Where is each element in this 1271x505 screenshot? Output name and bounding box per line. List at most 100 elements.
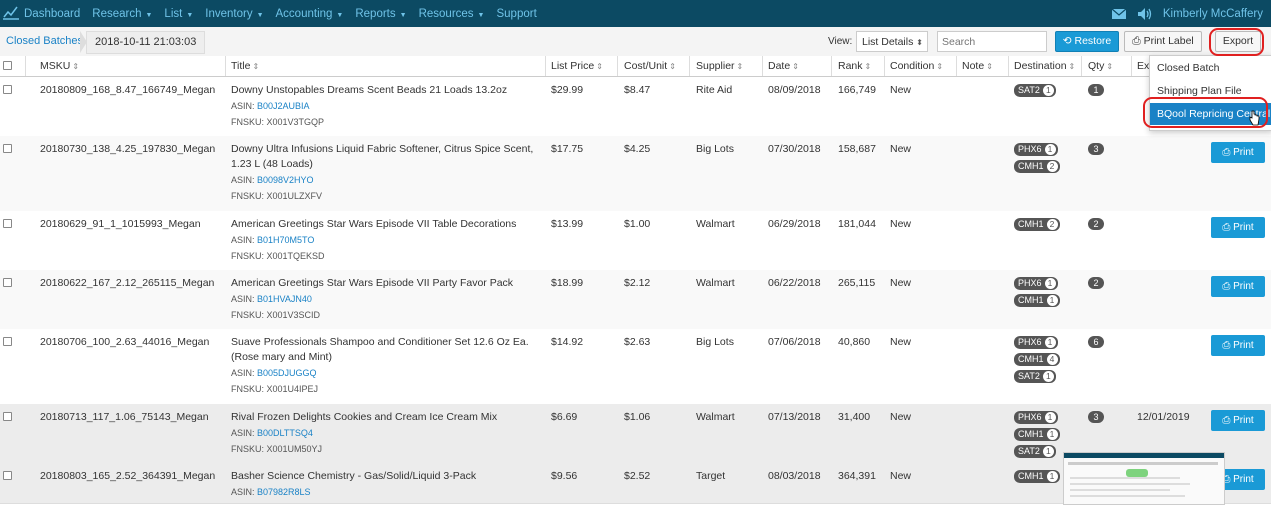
caret-down-icon: ▼ [399,11,407,19]
date-cell: 07/06/2018 [768,336,821,348]
row-checkbox[interactable] [3,85,12,94]
nav-support[interactable]: Support [496,8,536,20]
asin-link[interactable]: B00J2AUBIA [257,101,310,111]
column-header-qty[interactable]: Qty ⇕ [1088,60,1113,72]
print-button[interactable]: ⎙ Print [1211,217,1265,238]
export-menu-item-closed[interactable]: Closed Batch [1150,57,1271,79]
qty-badge: 1 [1088,84,1104,96]
destination-code: CMH1 [1018,219,1044,229]
table-row[interactable]: 20180730_138_4.25_197830_Megan Downy Ultr… [0,136,1271,212]
table-row[interactable]: 20180809_168_8.47_166749_Megan Downy Unst… [0,77,1271,137]
nav-resources[interactable]: Resources ▼ [419,8,485,20]
condition-cell: New [890,411,912,423]
column-header-ex[interactable]: Ex [1137,60,1149,72]
nav-label: Support [496,7,537,20]
column-header-label: Cost/Unit [624,60,668,72]
column-header-label: Qty [1088,60,1105,72]
row-checkbox[interactable] [3,471,12,480]
product-title: Basher Science Chemistry - Gas/Solid/Liq… [231,470,477,482]
print-button[interactable]: ⎙ Print [1211,335,1265,356]
destination-badge: CMH1 2 [1014,160,1060,173]
fnsku-line: FNSKU: X001TQEKSD [231,251,325,261]
nav-dashboard[interactable]: Dashboard [24,8,80,20]
list-price-cell: $17.75 [551,143,584,155]
destination-badge: SAT2 1 [1014,84,1056,97]
fnsku-line: FNSKU: X001ULZXFV [231,191,323,201]
asin-link[interactable]: B07982R8LS [257,487,311,497]
fnsku-value: X001V3TGQP [266,117,325,127]
column-header-rank[interactable]: Rank ⇕ [838,60,871,72]
print-label-button[interactable]: ⎙ Print Label [1124,31,1202,52]
row-checkbox[interactable] [3,412,12,421]
row-checkbox[interactable] [3,219,12,228]
column-header-condition[interactable]: Condition ⇕ [890,60,943,72]
column-header-date[interactable]: Date ⇕ [768,60,799,72]
column-divider [1081,56,1082,76]
chart-logo-icon[interactable] [2,3,20,21]
supplier-cell: Big Lots [696,143,734,155]
print-button[interactable]: ⎙ Print [1211,410,1265,431]
row-checkbox[interactable] [3,337,12,346]
sort-icon: ⇕ [1106,62,1114,71]
column-header-title[interactable]: Title ⇕ [231,60,259,72]
product-title: Rival Frozen Delights Cookies and Cream … [231,411,498,423]
export-button[interactable]: Export [1215,31,1261,52]
column-divider [689,56,690,76]
asin-link[interactable]: B0098V2HYO [257,175,314,185]
nav-research[interactable]: Research ▼ [92,8,152,20]
row-checkbox[interactable] [3,278,12,287]
row-checkbox[interactable] [3,144,12,153]
speaker-icon[interactable] [1137,7,1153,21]
list-price-cell: $18.99 [551,277,584,289]
column-divider [1131,56,1132,76]
table-row[interactable]: 20180629_91_1_1015993_Megan American Gree… [0,211,1271,271]
sort-icon: ⇕ [72,62,80,71]
restore-button[interactable]: ⟲ Restore [1055,31,1119,52]
column-header-msku[interactable]: MSKU ⇕ [40,60,79,72]
table-row[interactable]: 20180706_100_2.63_44016_Megan Suave Profe… [0,329,1271,405]
nav-label: Research [92,7,142,20]
search-input[interactable] [937,31,1047,52]
nav-accounting[interactable]: Accounting ▼ [276,8,344,20]
destination-count: 2 [1046,161,1058,172]
column-header-note[interactable]: Note ⇕ [962,60,993,72]
asin-line: ASIN: B07982R8LS [231,487,311,497]
nav-reports[interactable]: Reports ▼ [355,8,406,20]
asin-link[interactable]: B01H70M5TO [257,235,314,245]
destination-code: PHX6 [1018,144,1042,154]
breadcrumb-closed-batches[interactable]: Closed Batches [0,31,89,52]
sort-icon: ⇕ [1068,62,1076,71]
printer-icon: ⎙ [1222,415,1234,426]
column-header-destination[interactable]: Destination ⇕ [1014,60,1075,72]
column-header-listprice[interactable]: List Price ⇕ [551,60,603,72]
mail-icon[interactable] [1111,7,1127,21]
list-price-cell: $13.99 [551,218,584,230]
column-header-label: Ex [1137,60,1150,72]
nav-list[interactable]: List ▼ [164,8,193,20]
asin-link[interactable]: B01HVAJN40 [257,294,312,304]
destination-code: PHX6 [1018,337,1042,347]
fnsku-value: X001TQEKSD [266,251,325,261]
user-name[interactable]: Kimberly McCaffery [1163,8,1263,20]
column-header-costunit[interactable]: Cost/Unit ⇕ [624,60,676,72]
view-select[interactable]: List Details ⬍ [856,31,928,52]
msku-cell: 20180730_138_4.25_197830_Megan [40,143,216,155]
column-header-supplier[interactable]: Supplier ⇕ [696,60,743,72]
asin-link[interactable]: B005DJUGGQ [257,368,317,378]
product-title: Downy Ultra Infusions Liquid Fabric Soft… [231,143,534,170]
asin-link[interactable]: B00DLTTSQ4 [257,428,313,438]
supplier-cell: Walmart [696,277,735,289]
print-button[interactable]: ⎙ Print [1211,276,1265,297]
table-row[interactable]: 20180622_167_2.12_265115_Megan American G… [0,270,1271,330]
sort-icon: ⇕ [986,62,993,71]
printer-icon: ⎙ [1222,340,1234,351]
column-header-label: Rank [838,60,863,72]
print-button[interactable]: ⎙ Print [1211,142,1265,163]
caret-down-icon: ▼ [145,11,153,19]
nav-label: Inventory [205,7,253,20]
select-all-checkbox[interactable] [3,61,12,70]
date-cell: 08/09/2018 [768,84,821,96]
main-menu: Dashboard Research ▼ List ▼ Inventory ▼ Account… [24,0,549,27]
export-menu-item-shipping[interactable]: Shipping Plan File [1150,80,1271,102]
nav-inventory[interactable]: Inventory ▼ [205,8,263,20]
